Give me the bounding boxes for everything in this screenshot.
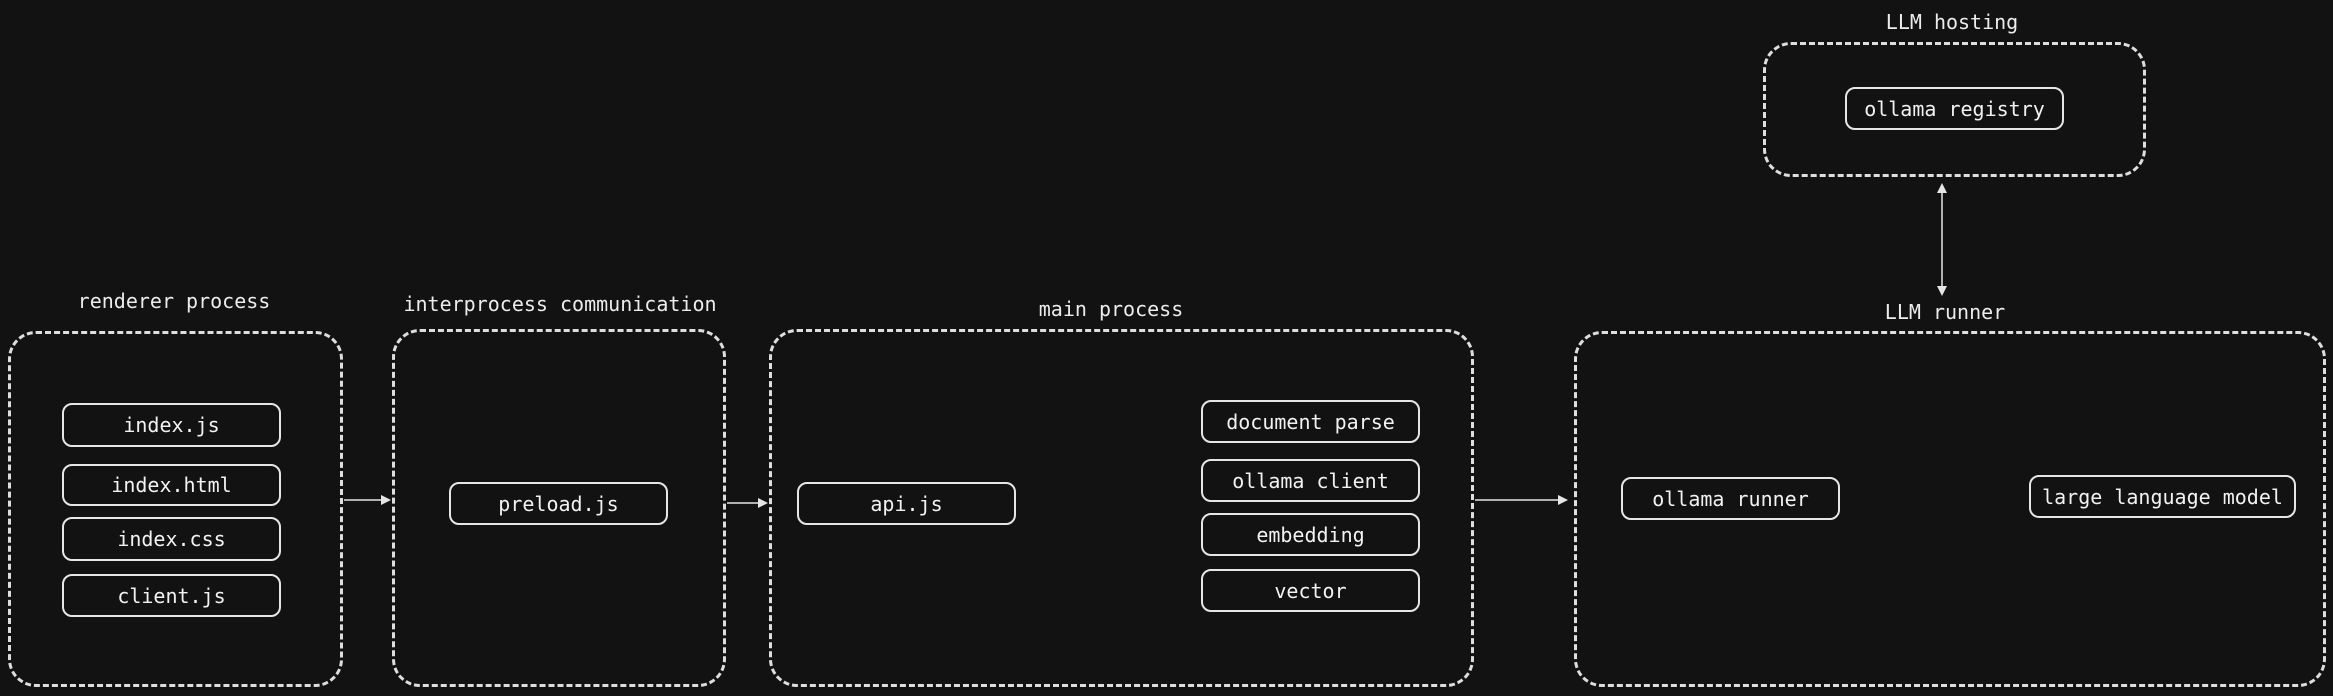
- embedding-node[interactable]: embedding: [1201, 513, 1420, 556]
- client-js-node[interactable]: client.js: [62, 574, 281, 617]
- interprocess-communication-label: interprocess communication: [403, 292, 717, 316]
- preload-js-node[interactable]: preload.js: [449, 482, 668, 525]
- vector-node[interactable]: vector: [1201, 569, 1420, 612]
- index-js-node[interactable]: index.js: [62, 403, 281, 447]
- llm-hosting-label: LLM hosting: [1885, 10, 2019, 34]
- main-process-label: main process: [1038, 297, 1184, 321]
- index-html-node[interactable]: index.html: [62, 464, 281, 506]
- api-js-node[interactable]: api.js: [797, 482, 1016, 525]
- renderer-process-label: renderer process: [77, 289, 271, 313]
- index-css-node[interactable]: index.css: [62, 517, 281, 561]
- document-parse-node[interactable]: document parse: [1201, 400, 1420, 443]
- renderer-process-group: [8, 331, 343, 687]
- llm-runner-label: LLM runner: [1884, 300, 2006, 324]
- ollama-registry-node[interactable]: ollama registry: [1845, 87, 2064, 130]
- ollama-client-node[interactable]: ollama client: [1201, 459, 1420, 502]
- ollama-runner-node[interactable]: ollama runner: [1621, 477, 1840, 520]
- large-language-model-node[interactable]: large language model: [2029, 475, 2296, 518]
